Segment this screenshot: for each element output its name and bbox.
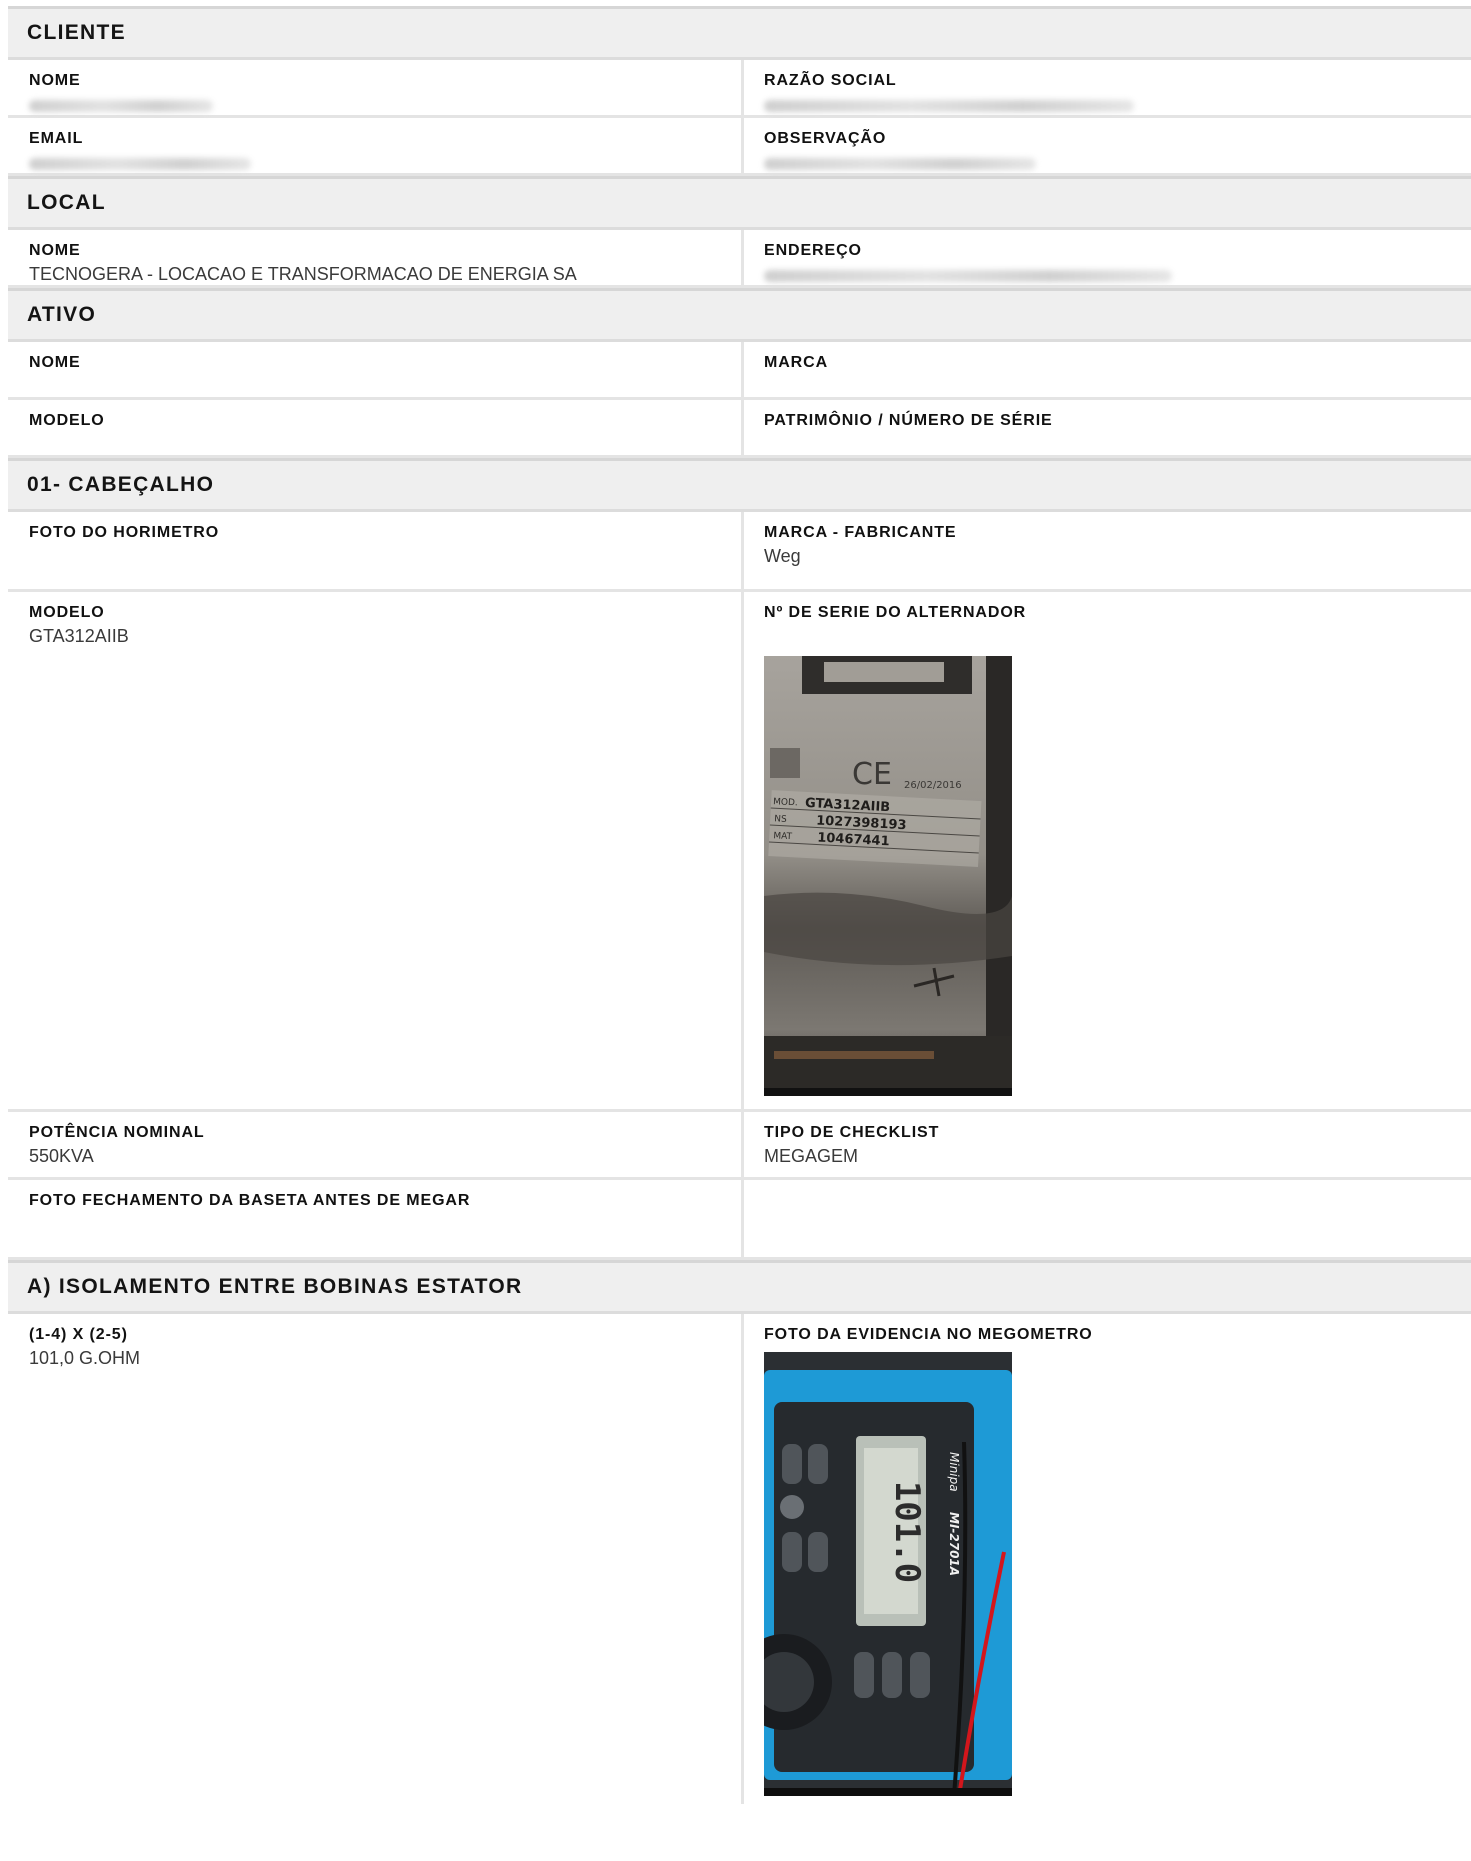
row-cabecalho-4: FOTO FECHAMENTO DA BASETA ANTES DE MEGAR [8,1180,1471,1260]
field-label: MODELO [29,412,105,429]
report: CLIENTE NOME RAZÃO SOCIAL EMAIL OBSERVAÇ… [8,6,1471,1804]
section-title: LOCAL [27,191,106,214]
field-ativo-patrimonio: PATRIMÔNIO / NÚMERO DE SÉRIE [744,400,1471,455]
field-label: MARCA [764,354,829,371]
field-label: FOTO DA EVIDENCIA NO MEGOMETRO [764,1326,1093,1343]
section-title: ATIVO [27,303,97,326]
row-local-1: NOME TECNOGERA - LOCACAO E TRANSFORMACAO… [8,230,1471,288]
field-label: MODELO [29,604,105,621]
field-label: NOME [29,72,81,89]
field-label: ENDEREÇO [764,242,862,259]
section-title: A) ISOLAMENTO ENTRE BOBINAS ESTATOR [27,1275,523,1298]
field-label: (1-4) X (2-5) [29,1326,128,1343]
nameplate-photo[interactable]: CE 26/02/2016 MOD. GTA312AIIB NS 1027398… [764,656,1012,1096]
section-title: CLIENTE [27,21,126,44]
field-value: 101,0 G.OHM [29,1348,141,1368]
field-cliente-razao: RAZÃO SOCIAL [744,60,1471,115]
field-foto-horimetro: FOTO DO HORIMETRO [8,512,744,589]
field-cliente-obs: OBSERVAÇÃO [744,118,1471,173]
field-value: Weg [764,546,801,566]
field-serie-alternador: Nº DE SERIE DO ALTERNADOR CE 26/02/2016 … [744,592,1471,1109]
field-local-endereco: ENDEREÇO [744,230,1471,285]
section-local-header: LOCAL [8,176,1471,230]
redacted-value [764,270,1172,282]
meter-reading: 101.0 [887,1481,927,1583]
plate-mat-label: MAT [773,831,793,842]
field-value: MEGAGEM [764,1146,859,1166]
plate-date: 26/02/2016 [904,780,962,791]
section-cliente-header: CLIENTE [8,6,1471,60]
plate-ns-label: NS [774,814,787,825]
row-cabecalho-2: MODELO GTA312AIIB Nº DE SERIE DO ALTERNA… [8,592,1471,1112]
meter-brand: Minipa [947,1452,961,1492]
field-label: MARCA - FABRICANTE [764,524,957,541]
field-label: TIPO DE CHECKLIST [764,1124,940,1141]
field-value: GTA312AIIB [29,626,129,646]
row-ativo-1: NOME MARCA [8,342,1471,400]
section-title: 01- CABEÇALHO [27,473,215,496]
field-cliente-nome: NOME [8,60,744,115]
field-value: 550KVA [29,1146,94,1166]
field-local-nome: NOME TECNOGERA - LOCACAO E TRANSFORMACAO… [8,230,744,285]
section-ativo-header: ATIVO [8,288,1471,342]
row-ativo-2: MODELO PATRIMÔNIO / NÚMERO DE SÉRIE [8,400,1471,458]
field-label: FOTO FECHAMENTO DA BASETA ANTES DE MEGAR [29,1192,471,1209]
meter-model: MI-2701A [947,1512,961,1576]
field-label: POTÊNCIA NOMINAL [29,1124,205,1141]
field-modelo: MODELO GTA312AIIB [8,592,744,1109]
row-cabecalho-3: POTÊNCIA NOMINAL 550KVA TIPO DE CHECKLIS… [8,1112,1471,1180]
redacted-value [29,100,213,112]
field-empty [744,1180,1471,1257]
field-foto-baseta: FOTO FECHAMENTO DA BASETA ANTES DE MEGAR [8,1180,744,1257]
plate-mod-label: MOD. [773,797,798,808]
field-value: TECNOGERA - LOCACAO E TRANSFORMACAO DE E… [29,264,577,284]
redacted-value [764,100,1134,112]
field-label: FOTO DO HORIMETRO [29,524,220,541]
field-label: NOME [29,354,81,371]
field-label: Nº DE SERIE DO ALTERNADOR [764,604,1027,621]
section-cabecalho-header: 01- CABEÇALHO [8,458,1471,512]
field-label: RAZÃO SOCIAL [764,72,897,89]
field-label: EMAIL [29,130,84,147]
field-ativo-modelo: MODELO [8,400,744,455]
field-cliente-email: EMAIL [8,118,744,173]
field-marca-fabricante: MARCA - FABRICANTE Weg [744,512,1471,589]
row-cabecalho-1: FOTO DO HORIMETRO MARCA - FABRICANTE Weg [8,512,1471,592]
megometer-photo[interactable]: 101.0 Minipa MI-2701A [764,1352,1012,1796]
field-label: PATRIMÔNIO / NÚMERO DE SÉRIE [764,412,1053,429]
field-foto-megometro: FOTO DA EVIDENCIA NO MEGOMETRO 101.0 Min… [744,1314,1471,1804]
field-potencia: POTÊNCIA NOMINAL 550KVA [8,1112,744,1177]
field-ativo-nome: NOME [8,342,744,397]
svg-text:CE: CE [852,757,892,792]
redacted-value [29,158,251,170]
row-isolamento-1: (1-4) X (2-5) 101,0 G.OHM FOTO DA EVIDEN… [8,1314,1471,1804]
section-isolamento-header: A) ISOLAMENTO ENTRE BOBINAS ESTATOR [8,1260,1471,1314]
field-ativo-marca: MARCA [744,342,1471,397]
field-tipo-checklist: TIPO DE CHECKLIST MEGAGEM [744,1112,1471,1177]
field-label: NOME [29,242,81,259]
row-cliente-2: EMAIL OBSERVAÇÃO [8,118,1471,176]
field-medida: (1-4) X (2-5) 101,0 G.OHM [8,1314,744,1804]
redacted-value [764,158,1036,170]
field-label: OBSERVAÇÃO [764,130,887,147]
row-cliente-1: NOME RAZÃO SOCIAL [8,60,1471,118]
